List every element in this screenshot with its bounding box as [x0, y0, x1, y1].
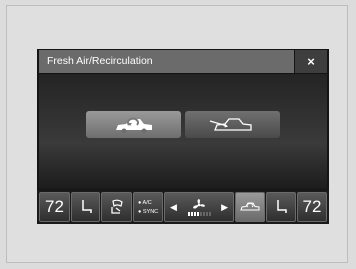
close-icon: × [307, 54, 315, 69]
seat-heater-right-button[interactable] [266, 192, 296, 222]
fan-level-bar [208, 211, 211, 216]
fan-speed-control[interactable]: ◀ ▶ [164, 192, 234, 222]
fan-decrease-icon[interactable]: ◀ [170, 202, 177, 213]
sync-label: ● SYNC [138, 208, 159, 215]
seat-heater-left-button[interactable] [71, 192, 100, 222]
seat-heater-left-icon [81, 200, 92, 213]
recirculation-icon [240, 202, 260, 211]
car-recirculation-icon [115, 117, 152, 133]
dialog-header: Fresh Air/Recirculation [39, 50, 294, 73]
recirculation-shortcut-button[interactable] [235, 192, 265, 222]
seat-heater-right-icon [277, 200, 287, 213]
climate-bottom-bar: 72 ● A/C ● SYNC ◀ ▶ 72 [37, 190, 329, 224]
fresh-air-button[interactable] [185, 111, 280, 138]
fan-level-bar [199, 211, 202, 216]
fan-increase-icon[interactable]: ▶ [221, 202, 228, 213]
temp-left-value: 72 [45, 197, 64, 216]
fan-level-bar [196, 211, 199, 216]
fan-level-bars [187, 211, 211, 216]
close-button[interactable]: × [295, 50, 327, 73]
ac-label: ● A/C [138, 199, 152, 206]
fan-center [187, 198, 211, 216]
ac-sync-button[interactable]: ● A/C ● SYNC [133, 192, 163, 222]
airflow-mode-icon [110, 199, 123, 214]
fan-level-bar [190, 211, 193, 216]
temp-right-button[interactable]: 72 [297, 192, 327, 222]
fan-level-bar [187, 211, 190, 216]
dialog-title: Fresh Air/Recirculation [47, 55, 153, 67]
temp-left-button[interactable]: 72 [39, 192, 70, 222]
temp-right-value: 72 [302, 197, 322, 216]
mode-selection-area [39, 74, 327, 189]
climate-screen: Fresh Air/Recirculation × 72 ● A/C ● SYN… [37, 49, 329, 224]
recirculation-button[interactable] [86, 111, 181, 138]
airflow-mode-button[interactable] [101, 192, 132, 222]
fan-level-bar [202, 211, 205, 216]
fan-level-bar [193, 211, 196, 216]
fan-level-bar [205, 211, 208, 216]
car-fresh-air-icon [209, 117, 252, 131]
fan-icon [193, 198, 205, 209]
